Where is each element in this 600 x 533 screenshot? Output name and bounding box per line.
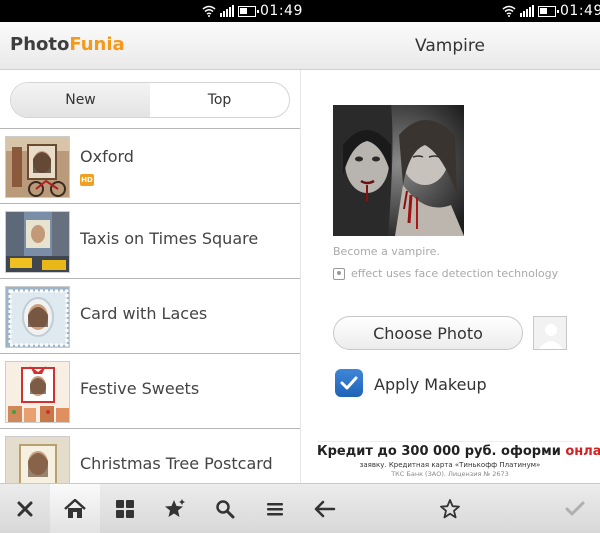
close-button[interactable] — [0, 484, 50, 533]
home-icon — [64, 499, 86, 518]
back-button[interactable] — [300, 484, 350, 533]
ad-banner[interactable]: Кредит до 300 000 руб. оформи онлайн зая… — [317, 441, 600, 483]
effect-detail-pane: Become a vampire. effect uses face detec… — [301, 70, 600, 483]
app-header: PhotoFunia Vampire — [0, 22, 600, 70]
effects-list-pane: New Top Oxford HD Taxis on Times Square … — [0, 70, 300, 498]
list-item-oxford[interactable]: Oxford HD — [0, 128, 300, 203]
close-icon — [17, 501, 33, 517]
categories-button[interactable] — [100, 484, 150, 533]
clock: 01:49 — [560, 3, 600, 19]
face-detection-note: effect uses face detection technology — [333, 267, 558, 280]
effects-list: Oxford HD Taxis on Times Square Card wit… — [0, 128, 300, 503]
ad-headline-text: Кредит до 300 000 руб. оформи — [317, 444, 566, 459]
effect-description: Become a vampire. — [333, 245, 440, 258]
ad-subtext: заявку. Кредитная карта «Тинькофф Платин… — [359, 461, 541, 469]
featured-button[interactable] — [150, 484, 200, 533]
clock: 01:49 — [260, 3, 303, 19]
list-item-festive-sweets[interactable]: Festive Sweets — [0, 353, 300, 428]
photofunia-logo[interactable]: PhotoFunia — [10, 34, 125, 55]
tab-top[interactable]: Top — [150, 83, 289, 117]
back-arrow-icon — [314, 500, 336, 518]
check-icon — [565, 501, 585, 516]
effect-name: Festive Sweets — [80, 379, 200, 398]
battery-icon — [238, 5, 259, 17]
tab-new[interactable]: New — [11, 83, 150, 117]
menu-icon — [267, 503, 283, 516]
list-item-taxis-on-times-square[interactable]: Taxis on Times Square — [0, 203, 300, 278]
apply-makeup-label[interactable]: Apply Makeup — [374, 375, 487, 394]
thumbnail-festive-sweets — [5, 361, 70, 423]
search-icon — [216, 500, 235, 519]
ad-headline-highlight: онлайн — [565, 444, 600, 459]
favorite-button[interactable] — [425, 484, 475, 533]
status-bar: 01:49 01:49 — [0, 0, 600, 22]
status-group-right: 01:49 — [502, 0, 600, 22]
checkmark-icon — [340, 376, 358, 390]
apply-makeup-checkbox[interactable] — [335, 369, 363, 397]
grid-icon — [116, 500, 134, 518]
status-group-left: 01:49 — [202, 0, 303, 22]
star-outline-icon — [440, 499, 460, 519]
confirm-button[interactable] — [550, 484, 600, 533]
sort-segmented-control: New Top — [10, 82, 290, 118]
effect-name: Oxford — [80, 147, 134, 166]
face-detection-text: effect uses face detection technology — [351, 267, 559, 280]
page-title: Vampire — [415, 36, 485, 56]
thumbnail-oxford — [5, 136, 70, 198]
effect-name: Christmas Tree Postcard — [80, 454, 273, 473]
home-button[interactable] — [50, 484, 100, 533]
choose-photo-button[interactable]: Choose Photo — [333, 316, 523, 350]
hd-badge: HD — [80, 174, 94, 186]
menu-button[interactable] — [250, 484, 300, 533]
photo-placeholder-avatar[interactable] — [533, 316, 567, 350]
signal-icon — [220, 5, 234, 17]
battery-icon — [538, 5, 559, 17]
effect-name: Card with Laces — [80, 304, 208, 323]
effect-name: Taxis on Times Square — [80, 229, 259, 248]
wifi-icon — [202, 5, 216, 17]
search-button[interactable] — [200, 484, 250, 533]
effect-preview-image — [333, 105, 464, 236]
ad-headline: Кредит до 300 000 руб. оформи онлайн — [317, 444, 600, 459]
ad-disclaimer: ТКС Банк (ЗАО). Лицензия № 2673 — [391, 470, 509, 478]
wifi-icon — [502, 5, 516, 17]
signal-icon — [520, 5, 534, 17]
bottom-toolbar — [0, 483, 600, 533]
star-sparkle-icon — [165, 499, 185, 517]
logo-part-funia: Funia — [69, 34, 125, 55]
thumbnail-taxis — [5, 211, 70, 273]
logo-part-photo: Photo — [10, 34, 70, 55]
thumbnail-card-with-laces — [5, 286, 70, 348]
face-detection-icon — [333, 267, 345, 280]
list-item-card-with-laces[interactable]: Card with Laces — [0, 278, 300, 353]
